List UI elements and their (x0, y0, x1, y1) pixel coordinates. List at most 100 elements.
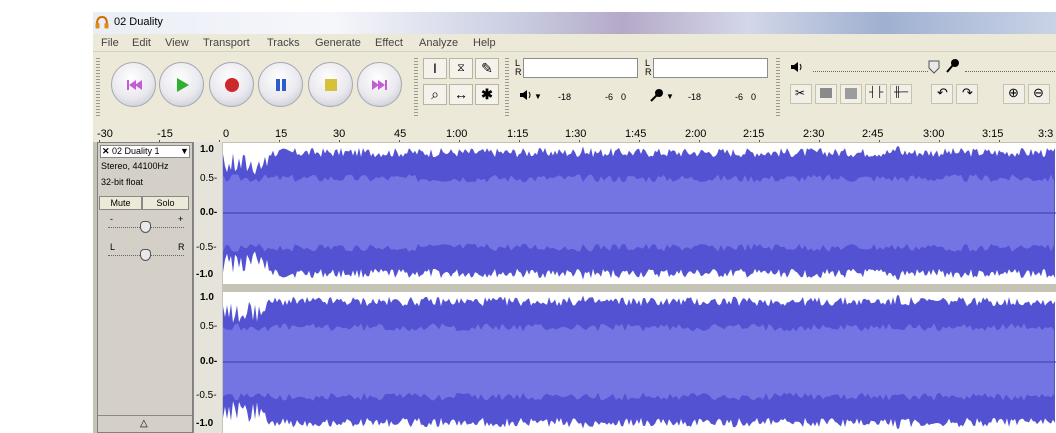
cut-button[interactable]: ✂ (790, 84, 812, 104)
track-bit-depth: 32-bit float (101, 177, 144, 187)
asterisk-icon: ✱ (481, 86, 493, 102)
undo-icon: ↶ (937, 85, 948, 100)
solo-button[interactable]: Solo (142, 196, 189, 210)
scale-top-minus-0-5: -0.5- (196, 242, 217, 253)
multi-tool[interactable]: ✱ (475, 84, 499, 105)
ruler-label: 3:3 (1038, 128, 1054, 140)
track-name-dropdown[interactable]: ✕ 02 Duality 1 ▼ (100, 145, 190, 158)
ruler-label: 15 (275, 128, 288, 140)
menu-transport[interactable]: Transport (203, 37, 250, 49)
tools-grip[interactable] (414, 58, 418, 116)
microphone-icon (650, 89, 663, 102)
ruler-label: -15 (157, 128, 173, 140)
gain-plus-label: + (178, 214, 184, 224)
input-level-meter[interactable] (653, 58, 768, 78)
undo-button[interactable]: ↶ (931, 84, 953, 104)
zoom-in-button[interactable]: ⊕ (1003, 84, 1025, 104)
input-meter-r: R (645, 67, 652, 77)
scale-bottom-1: 1.0 (200, 292, 214, 303)
track-control-panel: ✕ 02 Duality 1 ▼ Stereo, 44100Hz 32-bit … (97, 142, 193, 433)
scale-top-0-5: 0.5- (200, 173, 218, 184)
pencil-icon: ✎ (481, 60, 493, 76)
pan-left-label: L (110, 242, 116, 252)
gain-slider-thumb[interactable] (140, 221, 151, 233)
trim-button[interactable]: ┤├ (865, 84, 887, 104)
menu-edit[interactable]: Edit (132, 37, 151, 49)
output-meter-dropdown-icon[interactable]: ▼ (534, 92, 542, 101)
ruler-label: -30 (97, 128, 113, 140)
trim-icon: ┤├ (869, 87, 884, 98)
close-track-icon[interactable]: ✕ (102, 146, 110, 157)
envelope-tool[interactable]: ⧖ (449, 58, 473, 79)
selection-tool[interactable]: I (423, 58, 447, 79)
zoom-out-button[interactable]: ⊖ (1028, 84, 1050, 104)
waveform-left-channel[interactable] (223, 143, 1056, 284)
menu-tracks[interactable]: Tracks (267, 37, 300, 49)
mute-button[interactable]: Mute (99, 196, 142, 210)
ruler-label: 1:30 (565, 128, 587, 140)
gain-minus-label: - (110, 214, 113, 224)
record-button[interactable] (209, 62, 254, 107)
input-volume-icon (946, 59, 959, 73)
toolbar-grip[interactable] (96, 58, 100, 116)
magnifier-icon: ⌕ (431, 86, 439, 102)
output-volume-thumb-icon[interactable] (928, 60, 940, 74)
time-shift-tool[interactable]: ↔ (449, 84, 473, 105)
menu-analyze[interactable]: Analyze (419, 37, 458, 49)
menu-file[interactable]: File (101, 37, 119, 49)
output-level-meter[interactable] (523, 58, 638, 78)
input-meter-dropdown-icon[interactable]: ▼ (666, 92, 674, 101)
ruler-label: 2:15 (743, 128, 765, 140)
meter-grip[interactable] (505, 58, 509, 116)
audacity-window: 02 Duality File Edit View Transport Trac… (93, 12, 1056, 433)
ruler-label: 45 (394, 128, 407, 140)
zoom-tool[interactable]: ⌕ (423, 84, 447, 105)
menu-bar: File Edit View Transport Tracks Generate… (93, 34, 1056, 52)
pause-button[interactable] (258, 62, 303, 107)
skip-to-end-button[interactable] (357, 62, 402, 107)
stop-icon (325, 79, 337, 91)
silence-button[interactable]: ╫─ (890, 84, 912, 104)
paste-button[interactable] (840, 84, 862, 104)
waveform-right-channel[interactable] (223, 292, 1056, 433)
output-scale-18: -18 (558, 92, 572, 102)
scale-top-1: 1.0 (200, 144, 214, 155)
scale-top-0: 0.0- (200, 207, 218, 218)
menu-effect[interactable]: Effect (375, 37, 403, 49)
skip-to-start-button[interactable] (111, 62, 156, 107)
scale-top-minus-1: -1.0 (196, 269, 214, 280)
zoom-out-icon: ⊖ (1033, 85, 1044, 100)
pan-slider-thumb[interactable] (140, 249, 151, 261)
waveform-right-svg (223, 295, 1056, 429)
output-meter-r: R (515, 67, 522, 77)
input-scale-6: -6 (735, 92, 744, 102)
silence-icon: ╫─ (894, 87, 909, 98)
skip-start-icon (127, 80, 142, 90)
output-volume-icon (791, 62, 802, 72)
ruler-label: 1:00 (446, 128, 468, 140)
menu-view[interactable]: View (165, 37, 189, 49)
play-button[interactable] (159, 62, 204, 107)
collapse-track-button[interactable]: △ (98, 415, 192, 433)
draw-tool[interactable]: ✎ (475, 58, 499, 79)
menu-help[interactable]: Help (473, 37, 496, 49)
input-volume-slider[interactable] (965, 71, 1055, 73)
scale-bottom-minus-1: -1.0 (196, 418, 214, 429)
mixer-grip[interactable] (776, 58, 780, 116)
ruler-label: 30 (333, 128, 346, 140)
scissors-icon: ✂ (795, 86, 806, 100)
output-scale-6: -6 (605, 92, 614, 102)
ruler-label: 1:15 (507, 128, 529, 140)
redo-button[interactable]: ↷ (956, 84, 978, 104)
headphones-icon (95, 16, 109, 29)
output-volume-slider[interactable] (813, 71, 928, 73)
track-format: Stereo, 44100Hz (101, 161, 169, 171)
track-menu-arrow-icon[interactable]: ▼ (180, 146, 189, 156)
menu-generate[interactable]: Generate (315, 37, 361, 49)
copy-button[interactable] (815, 84, 837, 104)
scale-bottom-0-5: 0.5- (200, 321, 218, 332)
stop-button[interactable] (308, 62, 353, 107)
redo-icon: ↷ (962, 85, 973, 100)
pan-right-label: R (178, 242, 185, 252)
vertical-scale: 1.0 0.5- 0.0- -0.5- -1.0 1.0 0.5- 0.0- -… (193, 142, 222, 433)
